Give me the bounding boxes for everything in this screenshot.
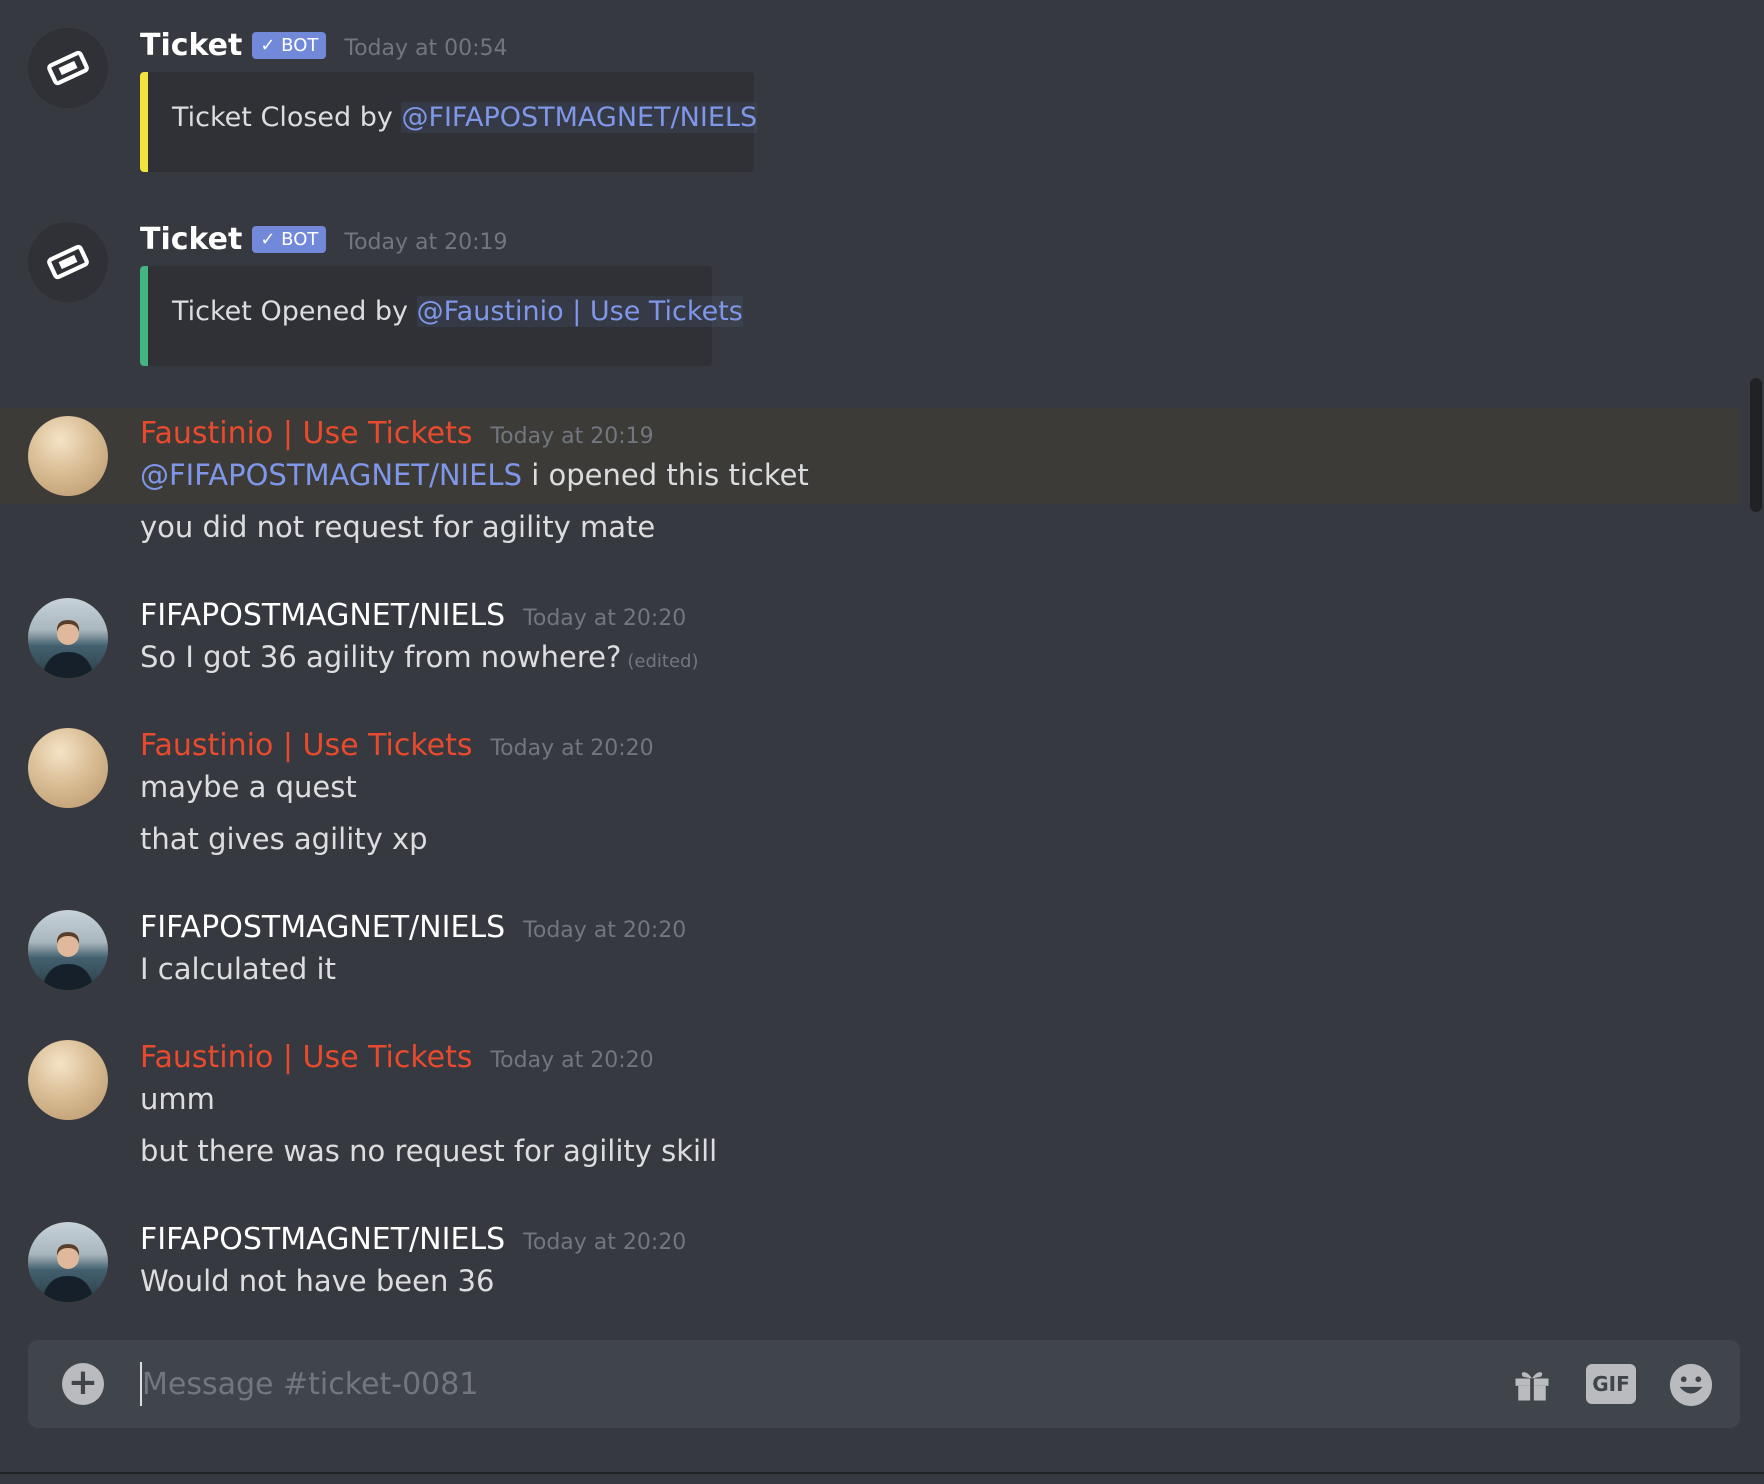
timestamp[interactable]: Today at 20:19 (344, 230, 507, 255)
avatar[interactable] (28, 1222, 108, 1302)
timestamp[interactable]: Today at 20:20 (523, 606, 686, 631)
embed-description: Ticket Closed by @FIFAPOSTMAGNET/NIELS (172, 102, 758, 133)
scrollbar-thumb[interactable] (1750, 378, 1762, 512)
message: FIFAPOSTMAGNET/NIELS Today at 20:20 I ca… (0, 910, 1740, 1010)
author-name[interactable]: Faustinio | Use Tickets (140, 416, 472, 451)
message-header: Faustinio | Use Tickets Today at 20:20 (140, 728, 654, 763)
message-ticket-closed: Ticket ✓ BOT Today at 00:54 Ticket Close… (0, 28, 1740, 178)
user-mention[interactable]: @FIFAPOSTMAGNET/NIELS (401, 102, 758, 133)
user-mention[interactable]: @Faustinio | Use Tickets (416, 296, 743, 327)
message-header: FIFAPOSTMAGNET/NIELS Today at 20:20 (140, 910, 686, 945)
message-content: but there was no request for agility ski… (140, 1134, 718, 1168)
person-photo (42, 1244, 94, 1302)
author-name[interactable]: FIFAPOSTMAGNET/NIELS (140, 598, 505, 633)
edited-label: (edited) (627, 651, 699, 672)
message-header: Ticket ✓ BOT Today at 00:54 (140, 28, 508, 63)
user-mention[interactable]: @FIFAPOSTMAGNET/NIELS (140, 458, 522, 492)
author-name[interactable]: Ticket (140, 28, 242, 63)
message-text: So I got 36 agility from nowhere? (140, 640, 622, 674)
message-header: Faustinio | Use Tickets Today at 20:19 (140, 416, 654, 451)
timestamp[interactable]: Today at 20:20 (490, 736, 653, 761)
message-content: Would not have been 36 (140, 1264, 495, 1298)
message-text: i opened this ticket (521, 458, 809, 492)
message: Faustinio | Use Tickets Today at 20:20 u… (0, 1040, 1740, 1180)
message-ticket-opened: Ticket ✓ BOT Today at 20:19 Ticket Opene… (0, 222, 1740, 372)
bot-badge: ✓ BOT (252, 32, 327, 59)
divider (0, 1472, 1764, 1474)
author-name[interactable]: FIFAPOSTMAGNET/NIELS (140, 910, 505, 945)
message-content: umm (140, 1082, 215, 1116)
embed-description: Ticket Opened by @Faustinio | Use Ticket… (172, 296, 743, 327)
author-name[interactable]: FIFAPOSTMAGNET/NIELS (140, 1222, 505, 1257)
message-composer: + GIF (28, 1340, 1740, 1428)
message-content: you did not request for agility mate (140, 510, 656, 544)
avatar[interactable] (28, 598, 108, 678)
timestamp[interactable]: Today at 00:54 (344, 36, 507, 61)
timestamp[interactable]: Today at 20:20 (490, 1048, 653, 1073)
message-content: @FIFAPOSTMAGNET/NIELS i opened this tick… (140, 458, 809, 492)
embed-text: Ticket Closed by (172, 102, 402, 133)
message: Faustinio | Use Tickets Today at 20:19 @… (0, 416, 1740, 556)
embed: Ticket Closed by @FIFAPOSTMAGNET/NIELS (140, 72, 758, 172)
person-photo (42, 620, 94, 678)
timestamp[interactable]: Today at 20:20 (523, 1230, 686, 1255)
timestamp[interactable]: Today at 20:19 (490, 424, 653, 449)
message-content: So I got 36 agility from nowhere? (edited… (140, 640, 699, 674)
author-name[interactable]: Faustinio | Use Tickets (140, 1040, 472, 1075)
avatar[interactable] (28, 910, 108, 990)
ticket-icon (47, 50, 89, 86)
message-header: Faustinio | Use Tickets Today at 20:20 (140, 1040, 654, 1075)
avatar[interactable] (28, 1040, 108, 1120)
timestamp[interactable]: Today at 20:20 (523, 918, 686, 943)
message-header: FIFAPOSTMAGNET/NIELS Today at 20:20 (140, 598, 686, 633)
author-name[interactable]: Ticket (140, 222, 242, 257)
author-name[interactable]: Faustinio | Use Tickets (140, 728, 472, 763)
message-content: maybe a quest (140, 770, 357, 804)
avatar[interactable] (28, 728, 108, 808)
avatar[interactable] (28, 28, 108, 108)
message-content: that gives agility xp (140, 822, 428, 856)
smiley-icon[interactable] (1668, 1362, 1714, 1408)
message-content: I calculated it (140, 952, 336, 986)
embed: Ticket Opened by @Faustinio | Use Ticket… (140, 266, 743, 366)
ticket-icon (47, 244, 89, 280)
message: FIFAPOSTMAGNET/NIELS Today at 20:20 Woul… (0, 1222, 1740, 1322)
message: FIFAPOSTMAGNET/NIELS Today at 20:20 So I… (0, 598, 1740, 698)
avatar[interactable] (28, 222, 108, 302)
gift-icon[interactable] (1510, 1362, 1554, 1406)
embed-text: Ticket Opened by (172, 296, 417, 327)
upload-button[interactable]: + (62, 1363, 104, 1405)
message-header: FIFAPOSTMAGNET/NIELS Today at 20:20 (140, 1222, 686, 1257)
message-input[interactable] (142, 1360, 1492, 1408)
person-photo (42, 932, 94, 990)
avatar[interactable] (28, 416, 108, 496)
message-header: Ticket ✓ BOT Today at 20:19 (140, 222, 508, 257)
bot-badge: ✓ BOT (252, 226, 327, 253)
chat-window: Ticket ✓ BOT Today at 00:54 Ticket Close… (0, 0, 1764, 1484)
gif-button[interactable]: GIF (1586, 1364, 1636, 1404)
message: Faustinio | Use Tickets Today at 20:20 m… (0, 728, 1740, 868)
